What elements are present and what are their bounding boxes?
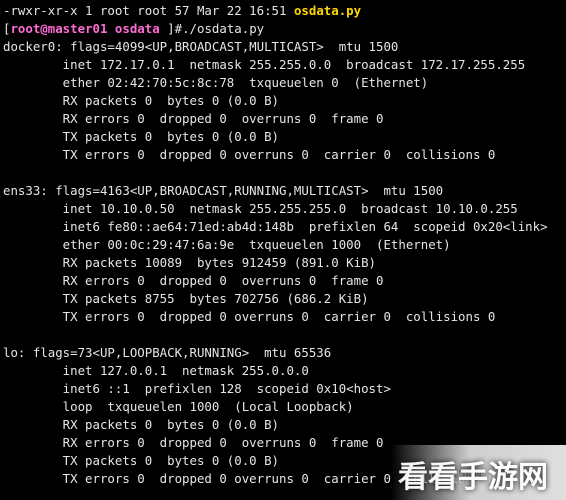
- output-line: ens33: flags=4163<UP,BROADCAST,RUNNING,M…: [3, 183, 444, 198]
- output-line: TX packets 0 bytes 0 (0.0 B): [3, 129, 280, 144]
- terminal-window[interactable]: -rwxr-xr-x 1 root root 57 Mar 22 16:51 o…: [3, 2, 566, 500]
- output-line: RX errors 0 dropped 0 overruns 0 frame 0: [3, 273, 384, 288]
- output-line: RX packets 0 bytes 0 (0.0 B): [3, 417, 280, 432]
- output-line: RX packets 0 bytes 0 (0.0 B): [3, 93, 280, 108]
- prompt-user-host: root@master01: [10, 21, 108, 36]
- output-line: TX errors 0 dropped 0 overruns 0 carrier…: [3, 147, 496, 162]
- output-line: inet 127.0.0.1 netmask 255.0.0.0: [3, 363, 309, 378]
- output-line: docker0: flags=4099<UP,BROADCAST,MULTICA…: [3, 39, 399, 54]
- shell-prompt-line: [root@master01 osdata ]#./osdata.py: [3, 20, 566, 38]
- file-permissions: -rwxr-xr-x 1 root root 57 Mar 22 16:51: [3, 3, 294, 18]
- output-line: inet 172.17.0.1 netmask 255.255.0.0 broa…: [3, 57, 526, 72]
- output-line: inet6 fe80::ae64:71ed:ab4d:148b prefixle…: [3, 219, 548, 234]
- output-line: inet6 ::1 prefixlen 128 scopeid 0x10<hos…: [3, 381, 391, 396]
- typed-command: #./osdata.py: [174, 21, 265, 36]
- output-line: RX packets 10089 bytes 912459 (891.0 KiB…: [3, 255, 376, 270]
- output-line: loop txqueuelen 1000 (Local Loopback): [3, 399, 354, 414]
- output-line: ether 00:0c:29:47:6a:9e txqueuelen 1000 …: [3, 237, 451, 252]
- prompt-directory: osdata: [114, 21, 160, 36]
- output-line: ether 02:42:70:5c:8c:78 txqueuelen 0 (Et…: [3, 75, 429, 90]
- prompt-close-bracket: ]: [159, 21, 175, 36]
- site-watermark-logo: 看看手游网: [398, 460, 548, 495]
- executable-filename: osdata.py: [293, 3, 362, 18]
- output-line: TX packets 8755 bytes 702756 (686.2 KiB): [3, 291, 369, 306]
- listing-line: -rwxr-xr-x 1 root root 57 Mar 22 16:51 o…: [3, 2, 566, 20]
- output-line: TX errors 0 dropped 0 overruns 0 carrier…: [3, 309, 496, 324]
- output-line: lo: flags=73<UP,LOOPBACK,RUNNING> mtu 65…: [3, 345, 332, 360]
- output-line: RX errors 0 dropped 0 overruns 0 frame 0: [3, 111, 384, 126]
- command-output: docker0: flags=4099<UP,BROADCAST,MULTICA…: [3, 38, 566, 488]
- output-line: inet 10.10.0.50 netmask 255.255.255.0 br…: [3, 201, 518, 216]
